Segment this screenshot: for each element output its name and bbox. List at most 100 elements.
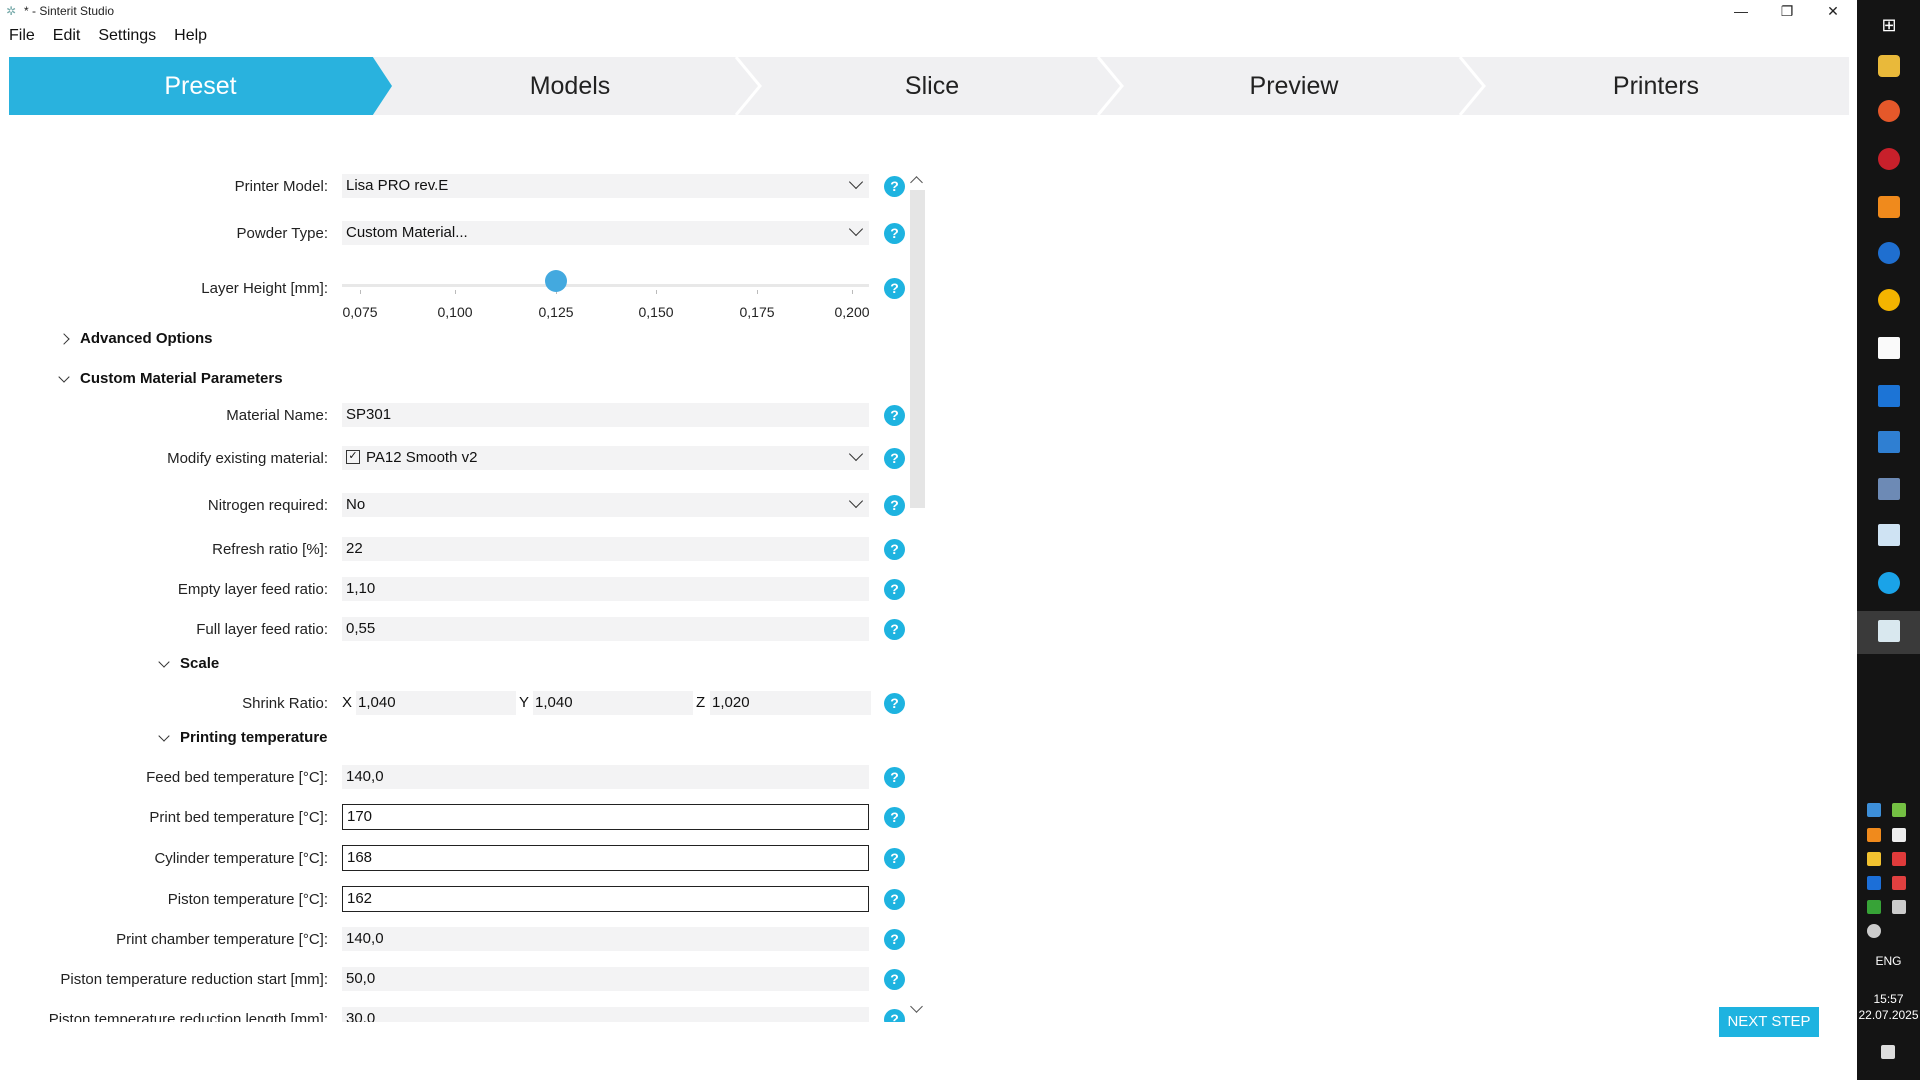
scrollbar-thumb[interactable]: [910, 190, 925, 508]
feed-bed-row: Feed bed temperature [°C]: 140,0 ?: [0, 763, 930, 793]
reduction-start-input[interactable]: 50,0: [342, 967, 869, 991]
nitrogen-label: Nitrogen required:: [207, 497, 328, 514]
scale-toggle[interactable]: Scale: [158, 655, 219, 672]
tray-volume-icon[interactable]: [1867, 924, 1881, 938]
tray-bluetooth-icon[interactable]: [1867, 876, 1881, 890]
help-icon[interactable]: ?: [884, 495, 905, 516]
internet-explorer-icon[interactable]: [1878, 572, 1900, 594]
language-indicator[interactable]: ENG: [1857, 954, 1920, 968]
help-icon[interactable]: ?: [884, 448, 905, 469]
empty-layer-input[interactable]: 1,10: [342, 577, 869, 601]
cylinder-label: Cylinder temperature [°C]:: [154, 850, 328, 867]
scroll-up-icon[interactable]: [910, 176, 923, 189]
advanced-options-toggle[interactable]: Advanced Options: [58, 330, 213, 347]
slider-thumb[interactable]: [545, 270, 567, 292]
powder-type-select[interactable]: Custom Material...: [342, 221, 869, 245]
help-icon[interactable]: ?: [884, 693, 905, 714]
piston-row: Piston temperature [°C]: 162 ?: [0, 885, 930, 915]
full-layer-label: Full layer feed ratio:: [196, 621, 328, 638]
help-icon[interactable]: ?: [884, 889, 905, 910]
step-slice[interactable]: Slice: [751, 57, 1113, 115]
help-icon[interactable]: ?: [884, 619, 905, 640]
tray-app-icon[interactable]: [1867, 900, 1881, 914]
cylinder-input[interactable]: 168: [342, 845, 869, 871]
modify-existing-checkbox[interactable]: ✓: [346, 450, 360, 465]
step-models[interactable]: Models: [389, 57, 751, 115]
material-name-input[interactable]: SP301: [342, 403, 869, 427]
file-explorer-icon[interactable]: [1878, 55, 1900, 77]
refresh-ratio-input[interactable]: 22: [342, 537, 869, 561]
tray-nvidia-icon[interactable]: [1892, 803, 1906, 817]
help-icon[interactable]: ?: [884, 929, 905, 950]
slider-tick-label: 0,100: [437, 304, 473, 320]
menu-file[interactable]: File: [0, 24, 44, 48]
sinterit-studio-icon[interactable]: [1878, 620, 1900, 642]
nitrogen-select[interactable]: No: [342, 493, 869, 517]
chevron-down-icon: [58, 370, 70, 383]
help-icon[interactable]: ?: [884, 278, 905, 299]
help-icon[interactable]: ?: [884, 969, 905, 990]
tray-defender-icon[interactable]: [1867, 803, 1881, 817]
shrink-x-input[interactable]: 1,040: [356, 691, 516, 715]
printing-temperature-toggle[interactable]: Printing temperature: [158, 729, 328, 746]
tray-document-icon[interactable]: [1892, 828, 1906, 842]
shrink-y-input[interactable]: 1,040: [533, 691, 693, 715]
close-button[interactable]: ✕: [1810, 0, 1856, 22]
feed-bed-input[interactable]: 140,0: [342, 765, 869, 789]
help-icon[interactable]: ?: [884, 807, 905, 828]
modify-existing-row: Modify existing material: ✓ PA12 Smooth v…: [0, 444, 930, 474]
custom-material-toggle[interactable]: Custom Material Parameters: [58, 370, 283, 387]
tray-security-icon[interactable]: [1892, 876, 1906, 890]
firefox-icon[interactable]: [1878, 100, 1900, 122]
step-preview[interactable]: Preview: [1113, 57, 1475, 115]
next-step-button[interactable]: NEXT STEP: [1719, 1007, 1819, 1037]
document-icon[interactable]: [1878, 337, 1900, 359]
remote-desktop-icon[interactable]: [1878, 431, 1900, 453]
reduction-start-row: Piston temperature reduction start [mm]:…: [0, 965, 930, 995]
windows-start-icon[interactable]: ⊞: [1878, 14, 1900, 36]
menu-help[interactable]: Help: [165, 24, 216, 48]
reduction-length-input[interactable]: 30,0: [342, 1007, 869, 1022]
slicer-icon[interactable]: [1878, 196, 1900, 218]
help-icon[interactable]: ?: [884, 579, 905, 600]
help-icon[interactable]: ?: [884, 767, 905, 788]
printer-model-row: Printer Model: Lisa PRO rev.E ?: [0, 172, 930, 202]
menu-settings[interactable]: Settings: [89, 24, 165, 48]
azure-icon[interactable]: [1878, 385, 1900, 407]
modify-existing-select[interactable]: ✓ PA12 Smooth v2: [342, 446, 869, 470]
1c-icon[interactable]: [1878, 289, 1900, 311]
minimize-button[interactable]: —: [1718, 0, 1764, 22]
restore-button[interactable]: ❐: [1764, 0, 1810, 22]
scroll-down-icon[interactable]: [910, 1000, 923, 1013]
solidworks-icon[interactable]: [1878, 148, 1900, 170]
tray-antivirus-icon[interactable]: [1892, 852, 1906, 866]
tray-slicer-icon[interactable]: [1867, 828, 1881, 842]
notifications-icon[interactable]: [1881, 1045, 1895, 1059]
step-printers[interactable]: Printers: [1475, 57, 1837, 115]
tray-network-icon[interactable]: [1892, 900, 1906, 914]
help-icon[interactable]: ?: [884, 405, 905, 426]
print-bed-input[interactable]: 170: [342, 804, 869, 830]
help-icon[interactable]: ?: [884, 176, 905, 197]
tray-tool-icon[interactable]: [1867, 852, 1881, 866]
form-scrollbar[interactable]: [907, 170, 928, 1030]
shrink-y-label: Y: [519, 694, 530, 711]
help-icon[interactable]: ?: [884, 223, 905, 244]
help-icon[interactable]: ?: [884, 539, 905, 560]
chamber-input[interactable]: 140,0: [342, 927, 869, 951]
clock-date[interactable]: 22.07.2025: [1857, 1008, 1920, 1022]
shrink-z-input[interactable]: 1,020: [710, 691, 871, 715]
step-preset[interactable]: Preset: [9, 57, 392, 115]
help-icon[interactable]: ?: [884, 1009, 905, 1022]
clock-time[interactable]: 15:57: [1857, 992, 1920, 1006]
piston-input[interactable]: 162: [342, 886, 869, 912]
full-layer-input[interactable]: 0,55: [342, 617, 869, 641]
menu-edit[interactable]: Edit: [44, 24, 90, 48]
notepad-icon[interactable]: [1878, 524, 1900, 546]
printer-model-select[interactable]: Lisa PRO rev.E: [342, 174, 869, 198]
layer-height-slider[interactable]: 0,075 0,100 0,125 0,150 0,175 0,200: [342, 270, 870, 324]
thunderbird-icon[interactable]: [1878, 242, 1900, 264]
network-icon[interactable]: [1878, 478, 1900, 500]
empty-layer-row: Empty layer feed ratio: 1,10 ?: [0, 575, 930, 605]
help-icon[interactable]: ?: [884, 848, 905, 869]
